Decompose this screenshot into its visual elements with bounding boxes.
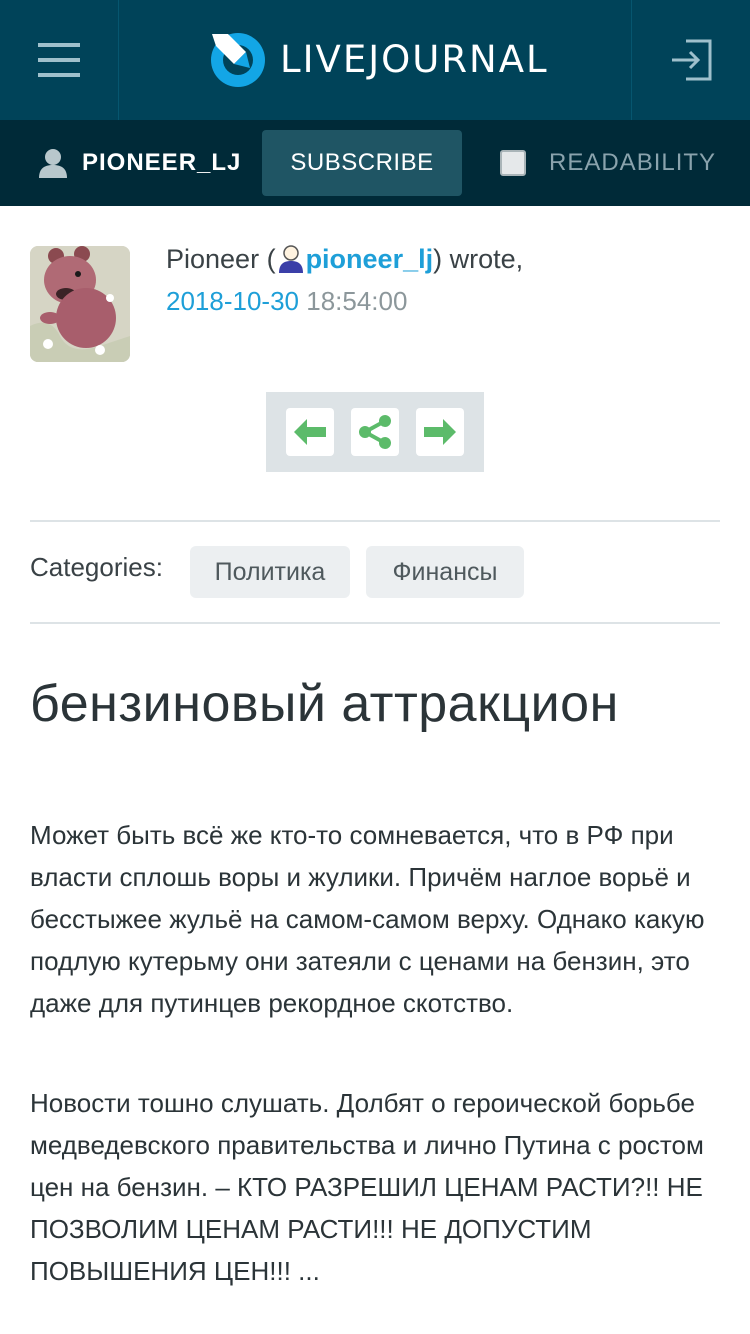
arrow-left-icon — [294, 419, 326, 445]
readability-checkbox[interactable] — [500, 150, 526, 176]
subscribe-button[interactable]: SUBSCRIBE — [262, 130, 462, 196]
post-title: бензиновый аттракцион — [30, 675, 619, 733]
categories-label: Categories: — [30, 552, 163, 582]
post-datetime: 2018-10-30 18:54:00 — [166, 282, 407, 320]
top-header: LIVEJOURNAL — [0, 0, 750, 120]
user-profile-icon[interactable] — [276, 244, 306, 284]
divider-bottom — [30, 622, 720, 624]
login-icon — [672, 39, 712, 81]
menu-button[interactable] — [0, 0, 119, 120]
wrote-text: ) wrote, — [433, 244, 524, 274]
previous-entry-button[interactable] — [286, 408, 334, 456]
winnie-pooh-avatar-image — [30, 246, 130, 362]
post-byline: Pioneer ( pioneer_lj) wrote, — [166, 240, 523, 284]
post-paragraph: Новости тошно слушать. Долбят о героичес… — [30, 1088, 704, 1286]
author-username-link[interactable]: pioneer_lj — [306, 244, 434, 274]
category-tag-politics[interactable]: Политика — [190, 546, 350, 598]
post-date-link[interactable]: 2018-10-30 — [166, 286, 299, 316]
next-entry-button[interactable] — [416, 408, 464, 456]
entry-navigation — [266, 392, 484, 472]
share-icon — [359, 415, 391, 449]
journal-user-link[interactable]: PIONEER_LJ — [38, 120, 241, 206]
login-button[interactable] — [631, 0, 750, 120]
user-icon — [39, 149, 67, 178]
share-button[interactable] — [351, 408, 399, 456]
readability-toggle[interactable]: READABILITY — [500, 120, 716, 206]
author-display-name: Pioneer ( — [166, 244, 276, 274]
author-avatar[interactable] — [30, 246, 130, 362]
livejournal-logo[interactable]: LIVEJOURNAL — [208, 30, 549, 88]
livejournal-pencil-icon — [211, 33, 265, 87]
hamburger-menu-icon — [38, 43, 80, 77]
journal-username: PIONEER_LJ — [82, 149, 242, 176]
journal-bar: PIONEER_LJ SUBSCRIBE READABILITY — [0, 120, 750, 206]
divider-top — [30, 520, 720, 522]
logo-text: LIVEJOURNAL — [280, 37, 549, 81]
post-paragraph: Может быть всё же кто-то сомневается, чт… — [30, 820, 705, 1018]
category-tag-finance[interactable]: Финансы — [366, 546, 524, 598]
arrow-right-icon — [424, 419, 456, 445]
post-time: 18:54:00 — [306, 286, 408, 316]
readability-label: READABILITY — [549, 149, 717, 176]
